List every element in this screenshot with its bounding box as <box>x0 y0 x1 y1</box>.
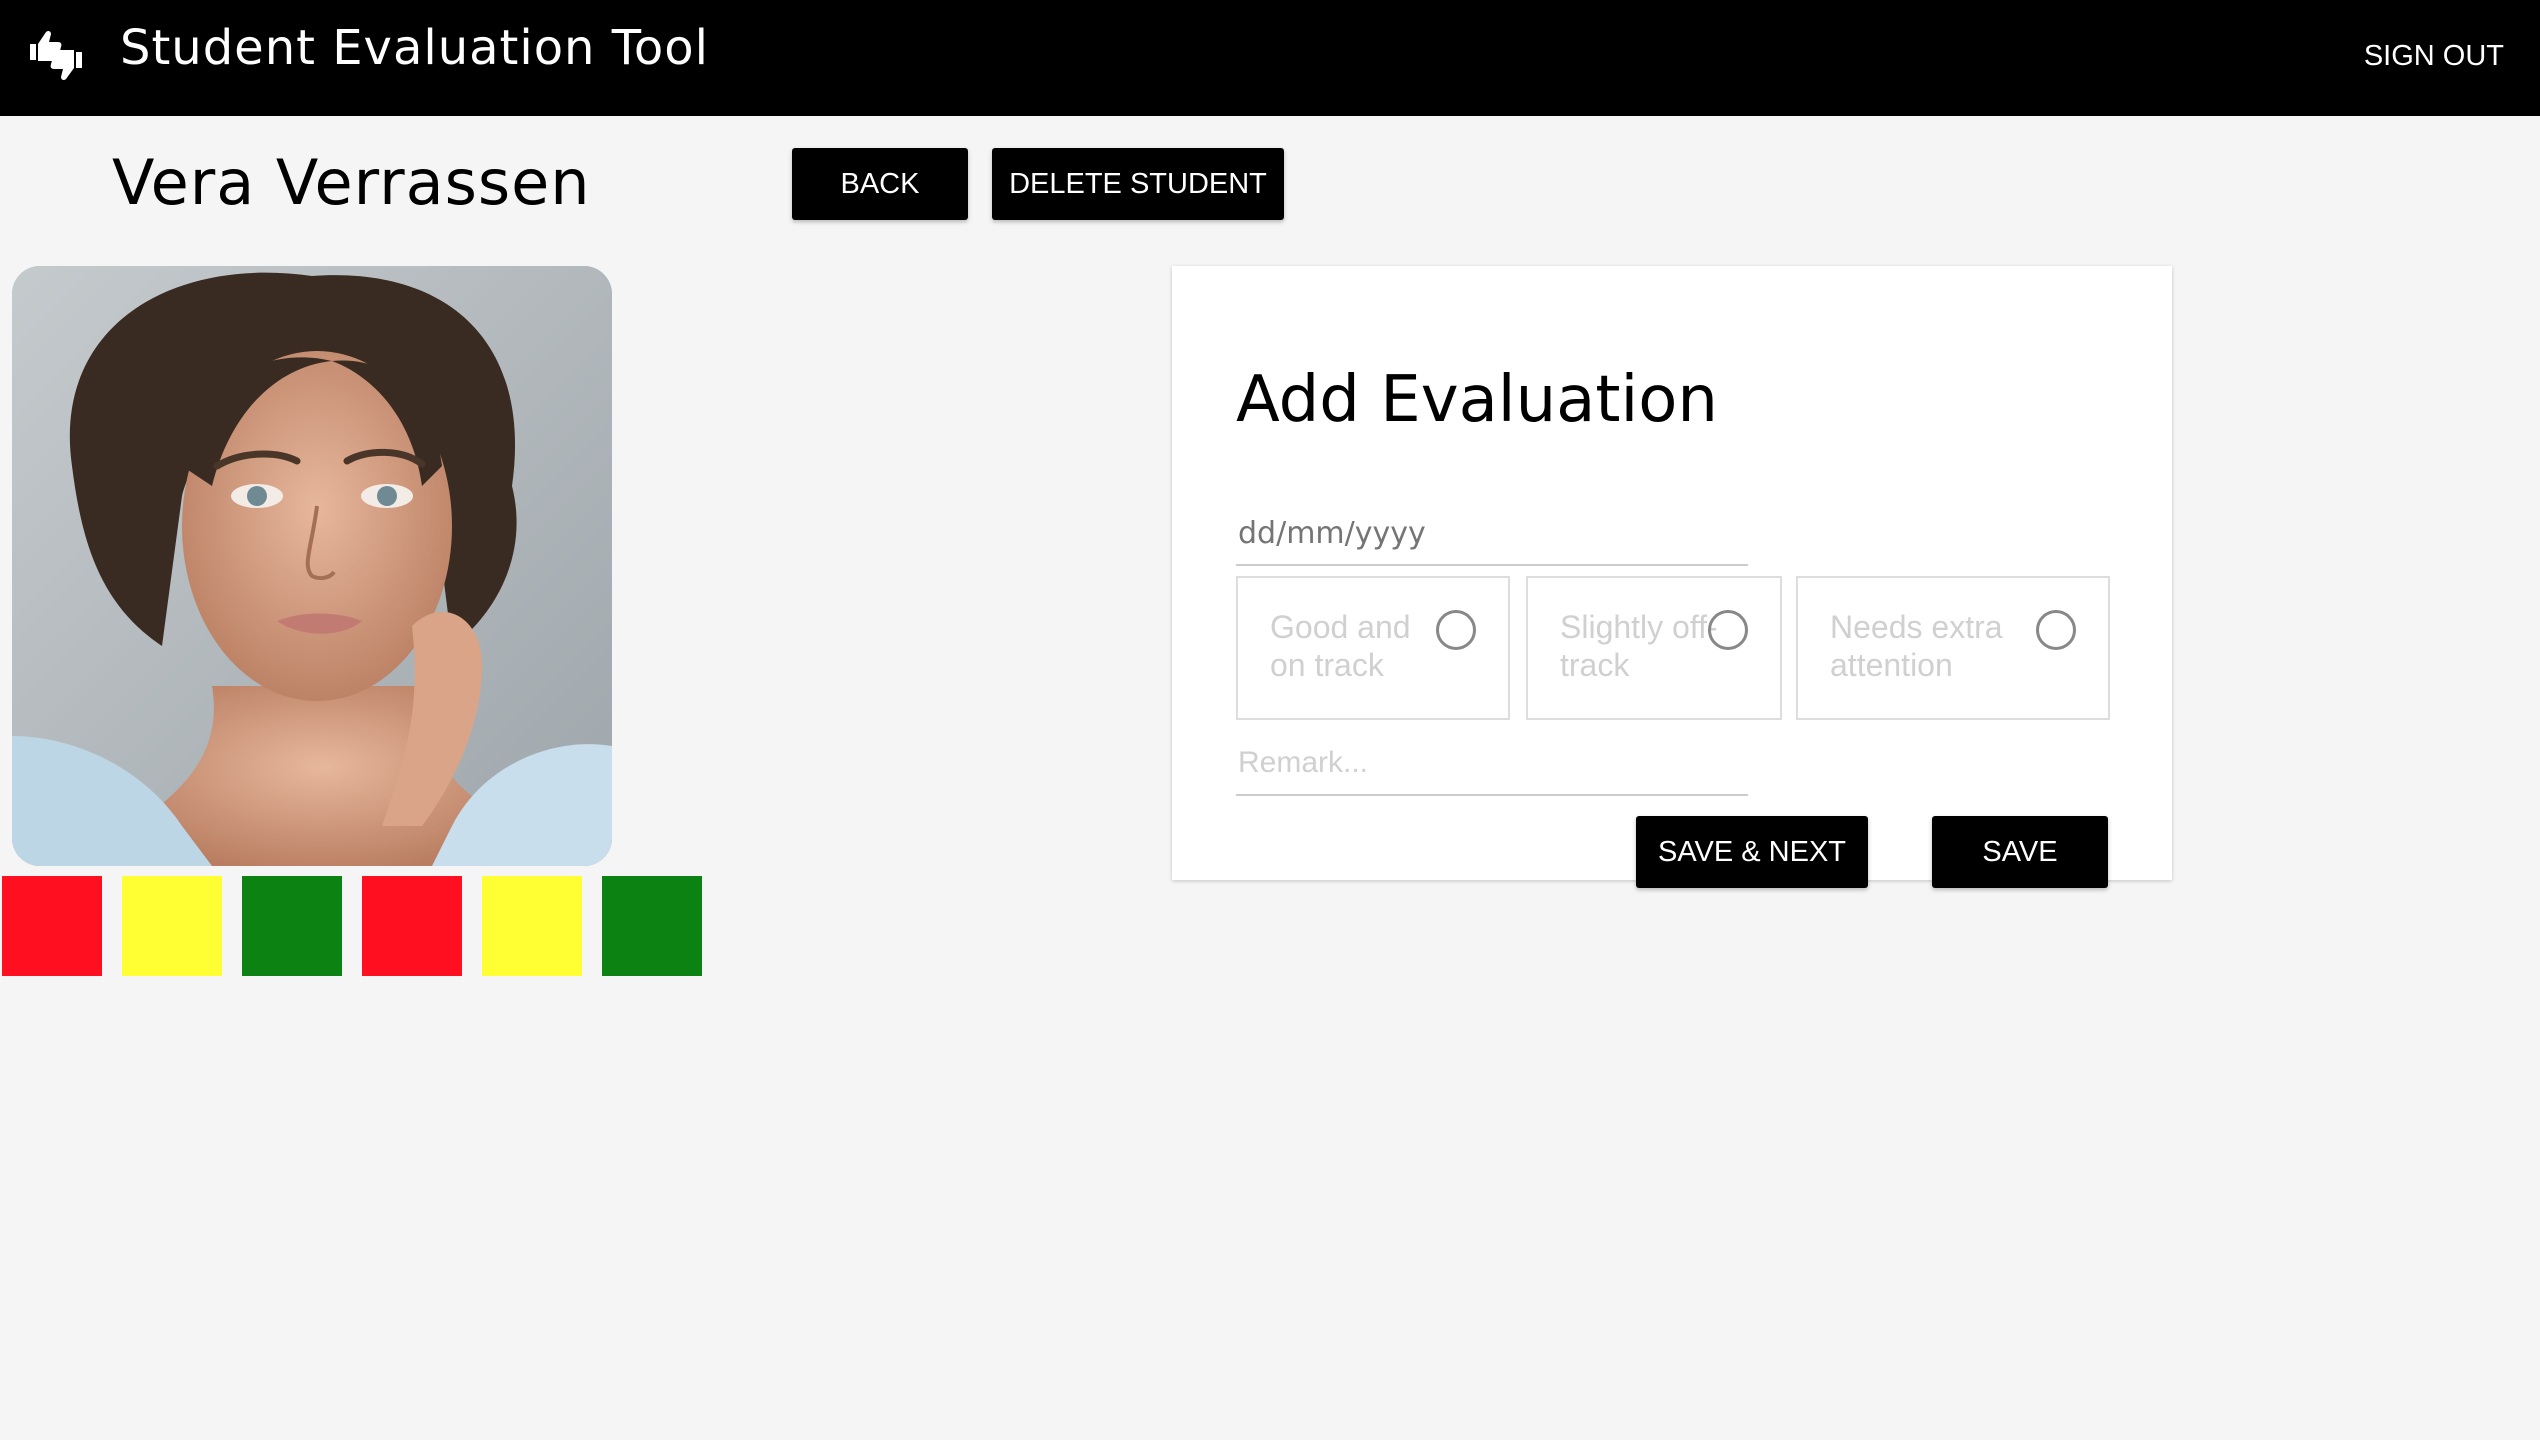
radio-circle-icon[interactable] <box>1436 610 1476 650</box>
back-button[interactable]: BACK <box>792 148 968 220</box>
save-button[interactable]: SAVE <box>1932 816 2108 888</box>
evaluation-history <box>2 876 702 976</box>
sign-out-link[interactable]: SIGN OUT <box>2364 34 2504 78</box>
date-input[interactable] <box>1236 502 1748 566</box>
history-square <box>602 876 702 976</box>
history-square <box>122 876 222 976</box>
history-square <box>362 876 462 976</box>
delete-student-button[interactable]: DELETE STUDENT <box>992 148 1284 220</box>
history-square <box>242 876 342 976</box>
card-title: Add Evaluation <box>1236 363 1718 437</box>
option-slightly-off-track[interactable]: Slightly off-track <box>1526 576 1782 720</box>
option-needs-extra-attention[interactable]: Needs extra attention <box>1796 576 2110 720</box>
radio-circle-icon[interactable] <box>2036 610 2076 650</box>
option-label: Needs extra attention <box>1830 609 2003 683</box>
save-next-button[interactable]: SAVE & NEXT <box>1636 816 1868 888</box>
radio-circle-icon[interactable] <box>1708 610 1748 650</box>
top-app-bar: Student Evaluation Tool SIGN OUT <box>0 0 2540 116</box>
remark-input[interactable] <box>1236 732 1748 796</box>
add-evaluation-card: Add Evaluation Good and on track Slightl… <box>1172 266 2172 880</box>
history-square <box>482 876 582 976</box>
history-square <box>2 876 102 976</box>
student-photo <box>12 266 612 866</box>
app-title: Student Evaluation Tool <box>120 20 709 76</box>
thumbs-up-down-icon <box>28 30 84 81</box>
option-good-on-track[interactable]: Good and on track <box>1236 576 1510 720</box>
option-label: Good and on track <box>1270 609 1411 683</box>
student-name: Vera Verrassen <box>112 146 591 219</box>
